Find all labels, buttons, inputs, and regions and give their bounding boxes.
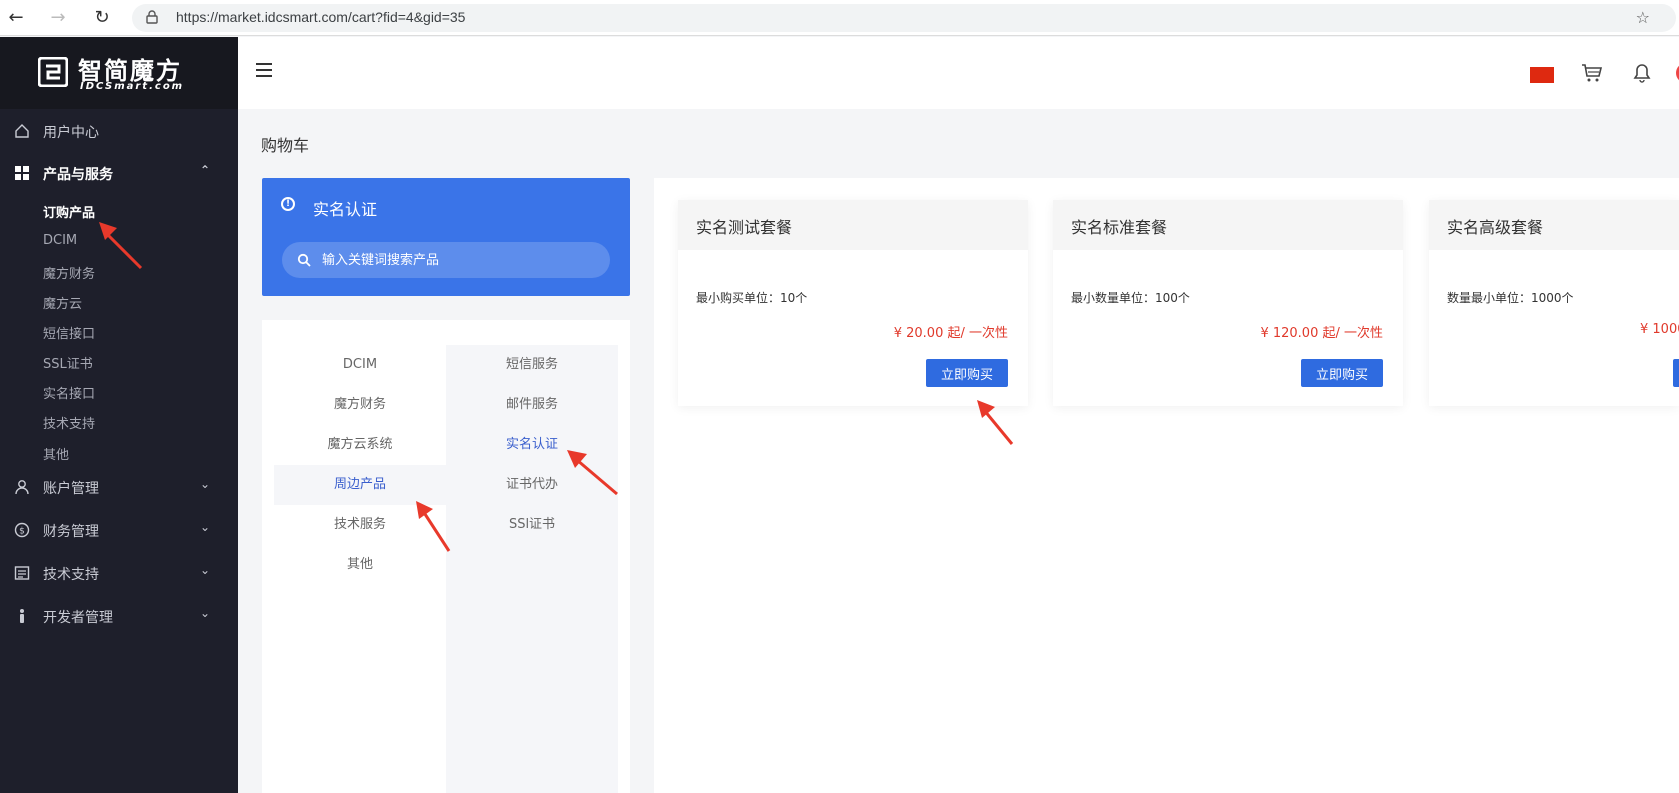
info-icon: ! <box>281 197 295 211</box>
product-title: 实名高级套餐 <box>1447 218 1544 237</box>
dollar-icon: $ <box>14 522 30 538</box>
sidebar-item-account[interactable]: 账户管理 ⌄ <box>0 467 238 507</box>
sidebar-sub-sms[interactable]: 短信接口 <box>43 323 95 342</box>
product-card-header: 实名标准套餐 <box>1053 200 1403 250</box>
product-spec: 最小数量单位：100个 <box>1071 291 1190 305</box>
sidebar-sub-finance[interactable]: 魔方财务 <box>43 263 95 282</box>
product-spec: 最小购买单位：10个 <box>696 291 808 305</box>
product-price: ¥ 20.00 起/ 一次性 <box>893 326 1008 341</box>
product-spec: 数量最小单位：1000个 <box>1447 291 1574 305</box>
chevron-down-icon: ⌄ <box>199 563 210 577</box>
category-finance[interactable]: 魔方财务 <box>274 385 446 425</box>
home-icon <box>15 124 29 138</box>
sidebar-sub-cloud[interactable]: 魔方云 <box>43 293 82 312</box>
page-title: 购物车 <box>261 136 310 155</box>
grid-icon <box>15 166 29 180</box>
menu-toggle-icon[interactable] <box>256 63 272 77</box>
bell-icon[interactable] <box>1632 63 1652 83</box>
user-icon <box>15 480 29 495</box>
url-text: https://market.idcsmart.com/cart?fid=4&g… <box>176 9 466 25</box>
product-card-header: 实名高级套餐 <box>1429 200 1679 250</box>
sidebar-sub-dcim[interactable]: DCIM <box>43 233 77 248</box>
sidebar-sub-ssl[interactable]: SSL证书 <box>43 353 93 372</box>
bookmark-star-icon[interactable]: ☆ <box>1636 8 1650 27</box>
product-title: 实名标准套餐 <box>1071 218 1168 237</box>
annotation-arrow-icon <box>99 222 143 270</box>
product-search-input[interactable] <box>322 250 592 270</box>
sidebar-item-products-services[interactable]: 产品与服务 ⌃ <box>0 153 238 193</box>
category-search-panel: ! 实名认证 <box>262 178 630 296</box>
product-card: 实名高级套餐 数量最小单位：1000个 ¥ 1000 <box>1429 200 1679 406</box>
forward-arrow-icon[interactable]: → <box>46 6 70 30</box>
sidebar-item-label: 用户中心 <box>43 125 99 141</box>
category-panel: DCIM 魔方财务 魔方云系统 周边产品 技术服务 其他 短信服务 邮件服务 实… <box>262 320 630 793</box>
developer-icon <box>20 609 24 623</box>
svg-text:$: $ <box>19 527 25 537</box>
sidebar-item-finance[interactable]: $ 财务管理 ⌄ <box>0 510 238 550</box>
sidebar-item-label: 开发者管理 <box>43 610 113 626</box>
back-arrow-icon[interactable]: ← <box>4 6 28 30</box>
product-card-header: 实名测试套餐 <box>678 200 1028 250</box>
product-search-box <box>282 242 610 278</box>
annotation-arrow-icon <box>977 400 1014 445</box>
product-card: 实名测试套餐 最小购买单位：10个 ¥ 20.00 起/ 一次性 立即购买 <box>678 200 1028 406</box>
category-dcim[interactable]: DCIM <box>274 345 446 385</box>
annotation-arrow-icon <box>416 501 451 552</box>
sidebar-sub-support[interactable]: 技术支持 <box>43 413 95 432</box>
subcategory-sms[interactable]: 短信服务 <box>446 345 618 385</box>
sidebar: 智简魔方 IDCSmart.com 用户中心 产品与服务 ⌃ 订购产品 DCIM… <box>0 37 238 793</box>
brand-sub: IDCSmart.com <box>80 81 185 92</box>
buy-now-button[interactable]: 立即购买 <box>1301 359 1383 387</box>
sidebar-item-support[interactable]: 技术支持 ⌄ <box>0 553 238 593</box>
sidebar-sub-order-products[interactable]: 订购产品 <box>43 202 95 221</box>
category-cloud[interactable]: 魔方云系统 <box>274 425 446 465</box>
logo-mark-icon <box>38 57 68 87</box>
sidebar-item-label: 技术支持 <box>43 567 99 583</box>
product-price: ¥ 1000 <box>1640 322 1679 337</box>
language-flag-icon[interactable] <box>1530 67 1554 83</box>
buy-now-button[interactable] <box>1673 359 1679 387</box>
address-bar[interactable]: https://market.idcsmart.com/cart?fid=4&g… <box>132 4 1676 32</box>
products-panel: 实名测试套餐 最小购买单位：10个 ¥ 20.00 起/ 一次性 立即购买 实名… <box>654 178 1679 793</box>
search-icon <box>297 253 311 267</box>
product-title: 实名测试套餐 <box>696 218 793 237</box>
list-icon <box>14 566 30 580</box>
logo[interactable]: 智简魔方 IDCSmart.com <box>0 37 238 109</box>
sidebar-sub-other[interactable]: 其他 <box>43 444 69 463</box>
sidebar-item-label: 产品与服务 <box>43 167 113 183</box>
sidebar-item-user-center[interactable]: 用户中心 <box>0 111 238 151</box>
product-card: 实名标准套餐 最小数量单位：100个 ¥ 120.00 起/ 一次性 立即购买 <box>1053 200 1403 406</box>
chevron-down-icon: ⌄ <box>199 477 210 491</box>
sidebar-item-label: 账户管理 <box>43 481 99 497</box>
subcategory-ssl[interactable]: SSl证书 <box>446 505 618 545</box>
chevron-down-icon: ⌄ <box>199 606 210 620</box>
subcategory-email[interactable]: 邮件服务 <box>446 385 618 425</box>
cart-icon[interactable] <box>1581 63 1603 83</box>
chevron-down-icon: ⌄ <box>199 520 210 534</box>
sidebar-item-developer[interactable]: 开发者管理 ⌄ <box>0 596 238 636</box>
browser-toolbar: ← → ↻ https://market.idcsmart.com/cart?f… <box>0 0 1679 36</box>
sidebar-sub-realname[interactable]: 实名接口 <box>43 383 95 402</box>
product-price: ¥ 120.00 起/ 一次性 <box>1260 326 1383 341</box>
selected-category-title: 实名认证 <box>313 200 378 219</box>
chevron-up-icon: ⌃ <box>199 163 210 177</box>
top-header <box>238 37 1679 109</box>
annotation-arrow-icon <box>567 450 618 496</box>
reload-icon[interactable]: ↻ <box>90 6 114 30</box>
lock-icon <box>146 10 158 24</box>
buy-now-button[interactable]: 立即购买 <box>926 359 1008 387</box>
sidebar-item-label: 财务管理 <box>43 524 99 540</box>
